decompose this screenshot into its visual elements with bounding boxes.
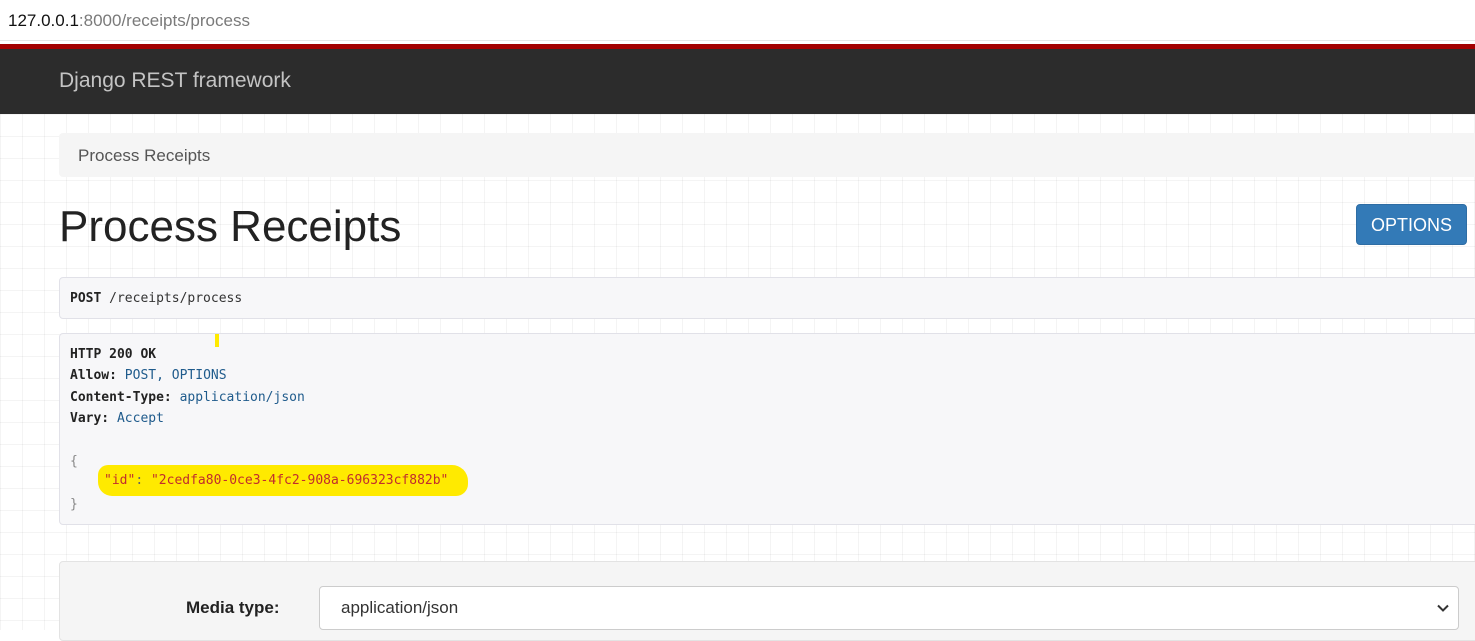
- request-path: /receipts/process: [109, 291, 243, 306]
- json-colon: :: [135, 473, 144, 488]
- chevron-down-icon: [1436, 601, 1450, 615]
- response-header-content-type: Content-Type: application/json: [70, 390, 305, 405]
- json-id-line: "id": "2cedfa80-0ce3-4fc2-908a-696323cf8…: [104, 473, 448, 488]
- url-text[interactable]: 127.0.0.1:8000/receipts/process: [8, 11, 250, 31]
- request-info: POST /receipts/process: [59, 277, 1475, 319]
- navbar-brand[interactable]: Django REST framework: [59, 69, 291, 93]
- breadcrumb-item-process-receipts[interactable]: Process Receipts: [78, 146, 210, 166]
- json-close-brace: }: [70, 497, 78, 512]
- header-name: Allow:: [70, 368, 117, 383]
- page-title: Process Receipts: [59, 202, 402, 251]
- media-type-value: application/json: [341, 598, 459, 617]
- json-key: "id": [104, 473, 136, 488]
- highlight-mark: [215, 334, 219, 347]
- media-type-select[interactable]: application/json: [319, 586, 1459, 630]
- url-path: :8000/receipts/process: [78, 11, 250, 30]
- header-value: Accept: [116, 411, 164, 426]
- url-host: 127.0.0.1: [8, 11, 79, 30]
- header-value: application/json: [179, 390, 305, 405]
- response-header-vary: Vary: Accept: [70, 411, 164, 426]
- request-method: POST: [70, 291, 102, 306]
- response-status: HTTP 200 OK: [70, 347, 156, 362]
- header-name: Vary:: [70, 411, 110, 426]
- header-value: POST, OPTIONS: [124, 368, 227, 383]
- request-line: POST /receipts/process: [70, 291, 242, 306]
- response-status-text: HTTP 200 OK: [70, 347, 157, 362]
- header-name: Content-Type:: [70, 390, 172, 405]
- navbar: Django REST framework: [0, 49, 1475, 114]
- options-button[interactable]: OPTIONS: [1356, 204, 1467, 245]
- response-info: HTTP 200 OK Allow: POST, OPTIONS Content…: [59, 333, 1475, 525]
- json-open-brace: {: [70, 454, 78, 469]
- response-header-allow: Allow: POST, OPTIONS: [70, 368, 227, 383]
- breadcrumb: Process Receipts: [59, 133, 1475, 177]
- media-type-label: Media type:: [186, 598, 280, 617]
- browser-address-bar[interactable]: 127.0.0.1:8000/receipts/process: [0, 0, 1475, 41]
- request-form-panel: Media type: application/json: [59, 561, 1475, 641]
- json-value: "2cedfa80-0ce3-4fc2-908a-696323cf882b": [150, 473, 449, 488]
